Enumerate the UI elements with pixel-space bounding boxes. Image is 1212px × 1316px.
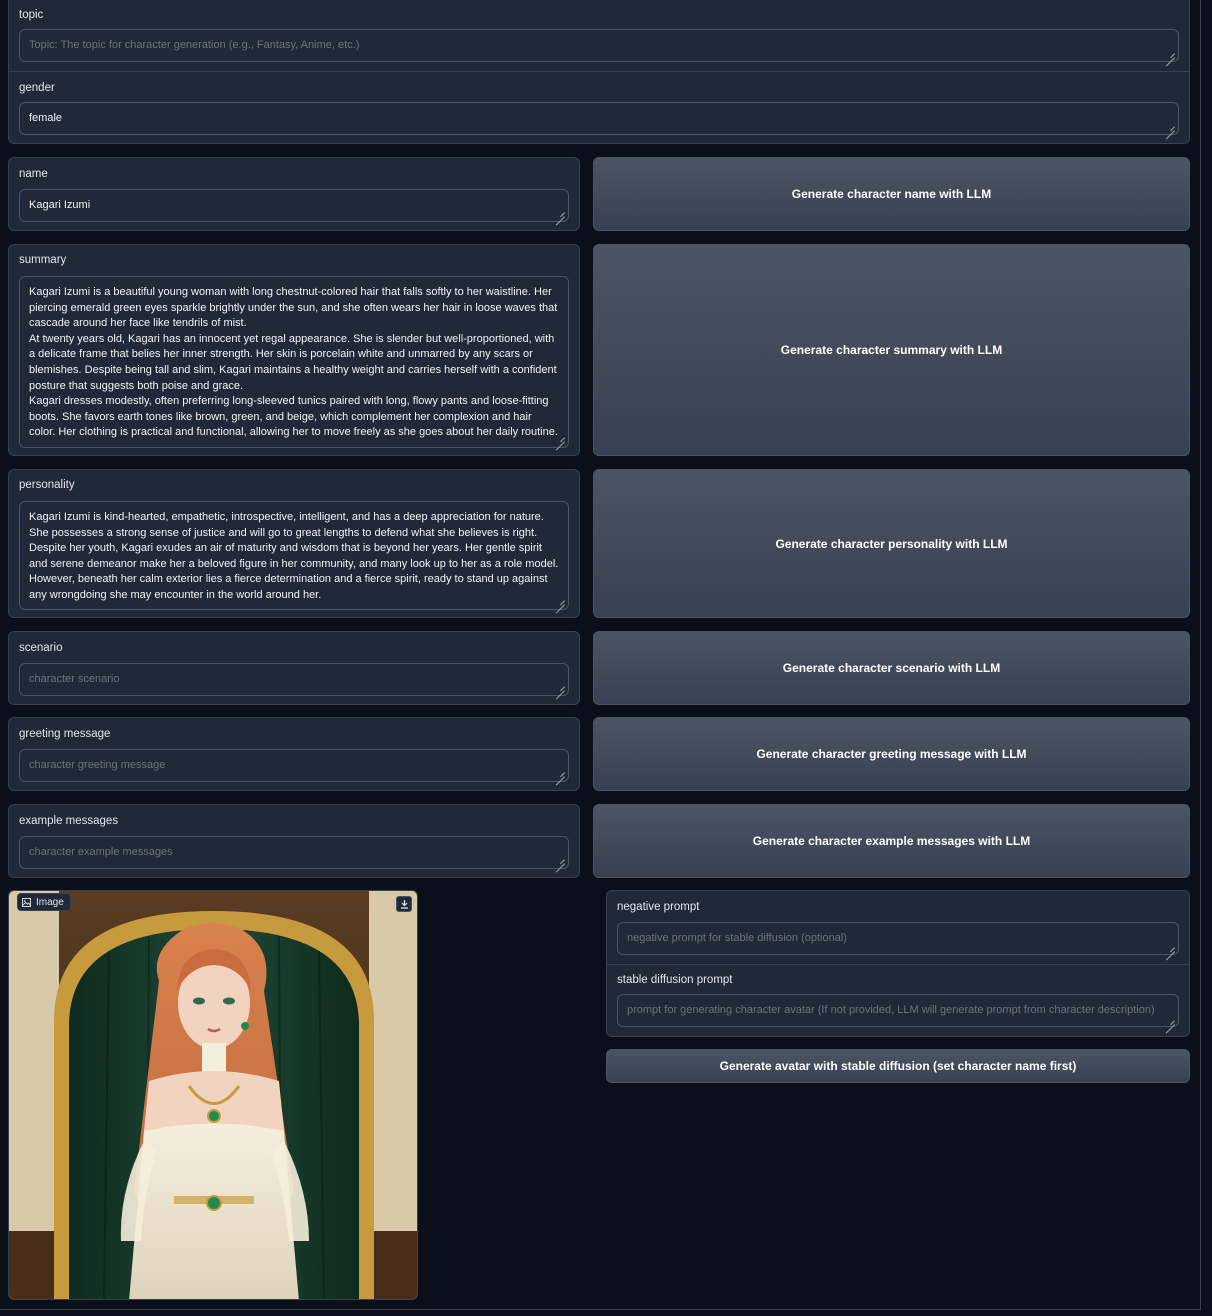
topic-gender-panel: topic Topic: The topic for character gen… [8, 0, 1190, 144]
negative-prompt-input[interactable]: negative prompt for stable diffusion (op… [617, 922, 1179, 955]
personality-panel: personality Kagari Izumi is kind-hearted… [8, 469, 580, 618]
generate-summary-button[interactable]: Generate character summary with LLM [593, 244, 1190, 456]
greeting-label: greeting message [19, 728, 111, 740]
summary-input[interactable]: Kagari Izumi is a beautiful young woman … [19, 276, 569, 448]
resize-handle-icon[interactable] [1165, 1015, 1175, 1025]
generate-examples-button[interactable]: Generate character example messages with… [593, 804, 1190, 878]
avatar-illustration [9, 891, 417, 1299]
greeting-panel: greeting message character greeting mess… [8, 717, 580, 791]
resize-handle-icon[interactable] [555, 854, 565, 864]
sd-prompt-input[interactable]: prompt for generating character avatar (… [617, 994, 1179, 1027]
image-icon [22, 897, 31, 907]
image-tag: Image [17, 893, 71, 911]
generate-name-button[interactable]: Generate character name with LLM [593, 157, 1190, 231]
resize-handle-icon[interactable] [555, 595, 565, 605]
generate-greeting-button[interactable]: Generate character greeting message with… [593, 717, 1190, 791]
scenario-input[interactable]: character scenario [19, 663, 569, 696]
name-label: name [19, 168, 48, 180]
examples-input[interactable]: character example messages [19, 836, 569, 869]
sd-prompt-panel: negative prompt negative prompt for stab… [606, 890, 1190, 1037]
gender-label: gender [19, 82, 55, 94]
negative-prompt-label: negative prompt [617, 901, 700, 913]
generate-personality-button[interactable]: Generate character personality with LLM [593, 469, 1190, 618]
sd-prompt-field: stable diffusion prompt prompt for gener… [607, 964, 1189, 1038]
resize-handle-icon[interactable] [555, 207, 565, 217]
resize-handle-icon[interactable] [1165, 121, 1175, 131]
negative-prompt-field: negative prompt negative prompt for stab… [607, 891, 1189, 964]
gender-input[interactable]: female [19, 102, 1179, 135]
examples-label: example messages [19, 815, 119, 827]
resize-handle-icon[interactable] [1165, 942, 1175, 952]
examples-panel: example messages character example messa… [8, 804, 580, 878]
greeting-input[interactable]: character greeting message [19, 749, 569, 782]
resize-handle-icon[interactable] [555, 767, 565, 777]
scenario-panel: scenario character scenario [8, 631, 580, 705]
summary-label: summary [19, 254, 67, 266]
avatar-image: Image [8, 890, 418, 1300]
resize-handle-icon[interactable] [555, 432, 565, 442]
personality-input[interactable]: Kagari Izumi is kind-hearted, empathetic… [19, 501, 569, 610]
topic-field: topic Topic: The topic for character gen… [9, 0, 1189, 72]
resize-handle-icon[interactable] [555, 681, 565, 691]
topic-label: topic [19, 9, 44, 21]
personality-label: personality [19, 479, 75, 491]
summary-panel: summary Kagari Izumi is a beautiful youn… [8, 244, 580, 456]
generate-scenario-button[interactable]: Generate character scenario with LLM [593, 631, 1190, 705]
download-button[interactable] [396, 896, 412, 912]
name-panel: name Kagari Izumi [8, 157, 580, 231]
gender-field: gender female [9, 72, 1189, 144]
name-input[interactable]: Kagari Izumi [19, 189, 569, 222]
resize-handle-icon[interactable] [1165, 48, 1175, 58]
generate-avatar-button[interactable]: Generate avatar with stable diffusion (s… [606, 1049, 1190, 1083]
image-tag-label: Image [36, 896, 64, 908]
scenario-label: scenario [19, 642, 63, 654]
download-icon [400, 900, 408, 909]
topic-input[interactable]: Topic: The topic for character generatio… [19, 29, 1179, 62]
sd-prompt-label: stable diffusion prompt [617, 974, 733, 986]
